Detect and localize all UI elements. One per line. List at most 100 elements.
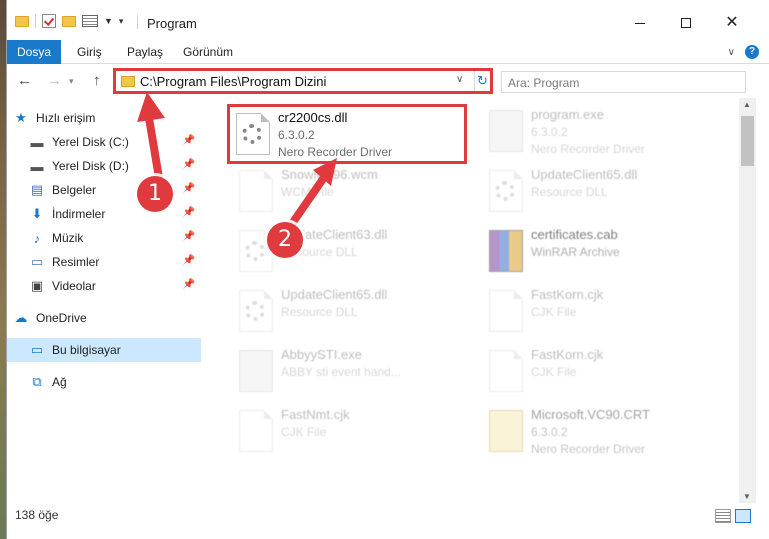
sidebar-item-label: Ağ xyxy=(52,375,67,389)
computer-icon: ▭ xyxy=(30,342,44,357)
refresh-icon[interactable]: ↻ xyxy=(474,71,490,91)
file-type: Resource DLL xyxy=(281,305,358,319)
file-name: Microsoft.VC90.CRT xyxy=(531,407,650,422)
file-icon xyxy=(489,290,523,332)
scroll-down-icon[interactable]: ▼ xyxy=(743,492,751,501)
sidebar-item-documents[interactable]: ▤ Belgeler 📌 xyxy=(29,178,201,202)
file-item[interactable]: SnowMP96.wcm WCM File xyxy=(233,164,473,218)
sidebar-item-videos[interactable]: ▣ Videolar 📌 xyxy=(29,274,201,298)
address-path[interactable]: C:\Program Files\Program Dizini xyxy=(140,74,326,89)
file-item[interactable]: FastNmt.cjk CJK File xyxy=(233,404,473,458)
chevron-down-icon[interactable]: ∨ xyxy=(456,74,463,85)
sidebar-item-label: İndirmeler xyxy=(52,207,106,221)
recent-locations-icon[interactable]: ▾ xyxy=(69,76,74,87)
file-type: CJK File xyxy=(531,305,577,319)
vertical-scrollbar[interactable]: ▲ ▼ xyxy=(739,98,756,503)
gear-dll-icon xyxy=(236,113,270,155)
details-view-icon[interactable] xyxy=(715,509,731,523)
file-item[interactable]: AbbyySTI.exe ABBY sti event hand... xyxy=(233,344,473,398)
customize-toolbar-icon[interactable]: ▾ xyxy=(119,16,124,27)
file-list: cr2200cs.dll 6.3.0.2 Nero Recorder Drive… xyxy=(207,98,735,503)
forward-arrow-icon[interactable]: → xyxy=(47,72,62,89)
scroll-up-icon[interactable]: ▲ xyxy=(743,100,751,109)
sidebar-item-quick-access[interactable]: ★ Hızlı erişim xyxy=(13,106,207,130)
tab-file[interactable]: Dosya xyxy=(7,40,61,64)
sidebar-item-label: Müzik xyxy=(52,231,84,245)
file-item[interactable]: Microsoft.VC90.CRT 6.3.0.2 Nero Recorder… xyxy=(483,404,723,458)
minimize-button[interactable] xyxy=(617,8,663,38)
sidebar-item-music[interactable]: ♪ Müzik 📌 xyxy=(29,226,201,250)
file-icon xyxy=(239,410,273,452)
help-icon[interactable]: ? xyxy=(745,45,759,59)
tab-share[interactable]: Paylaş xyxy=(127,40,163,64)
file-item[interactable]: cr2200cs.dll 6.3.0.2 Nero Recorder Drive… xyxy=(227,104,467,164)
file-item[interactable]: UpdateClient65.dll Resource DLL xyxy=(233,284,473,338)
pin-icon[interactable]: 📌 xyxy=(183,135,195,146)
file-item[interactable]: program.exe 6.3.0.2 Nero Recorder Driver xyxy=(483,104,723,158)
file-name: cr2200cs.dll xyxy=(278,110,348,125)
quick-access-toolbar: ▼ ▾ xyxy=(15,14,123,28)
chevron-down-icon[interactable]: ▼ xyxy=(104,16,113,26)
divider xyxy=(137,15,138,29)
pin-icon[interactable]: 📌 xyxy=(183,207,195,218)
sidebar-item-this-pc[interactable]: ▭ Bu bilgisayar xyxy=(7,338,201,362)
file-item[interactable]: FastKorn.cjk CJK File xyxy=(483,284,723,338)
exe-icon xyxy=(239,350,273,392)
sidebar-item-label: Bu bilgisayar xyxy=(52,343,121,357)
music-icon: ♪ xyxy=(33,230,41,246)
file-item[interactable]: certificates.cab WinRAR Archive xyxy=(483,224,723,278)
sidebar-item-disk-d[interactable]: ▬ Yerel Disk (D:) 📌 xyxy=(29,154,201,178)
scrollbar-thumb[interactable] xyxy=(741,116,754,166)
pin-icon[interactable]: 📌 xyxy=(183,255,195,266)
gear-dll-icon xyxy=(489,170,523,212)
tiles-view-icon[interactable] xyxy=(735,509,751,523)
new-folder-icon[interactable] xyxy=(62,15,76,27)
navigation-bar: ← → ▾ ↑ C:\Program Files\Program Dizini … xyxy=(7,64,769,98)
file-description: ABBY sti event hand... xyxy=(281,365,401,379)
expand-ribbon-icon[interactable]: ∨ xyxy=(728,47,735,58)
sidebar-item-label: Resimler xyxy=(52,255,100,269)
navigation-pane: ★ Hızlı erişim ▬ Yerel Disk (C:) 📌 ▬ Yer… xyxy=(7,98,201,503)
status-bar: 138 öğe xyxy=(7,503,769,539)
sidebar-item-disk-c[interactable]: ▬ Yerel Disk (C:) 📌 xyxy=(29,130,201,154)
file-name: program.exe xyxy=(531,107,604,122)
exe-icon xyxy=(489,110,523,152)
file-version: 6.3.0.2 xyxy=(531,125,568,139)
sidebar-item-label: Videolar xyxy=(52,279,96,293)
sidebar-item-network[interactable]: ⧉ Ağ xyxy=(29,370,201,394)
window-title: Program xyxy=(147,16,197,31)
step-marker-2: 2 xyxy=(267,222,303,258)
tab-view[interactable]: Görünüm xyxy=(183,40,233,64)
pin-icon[interactable]: 📌 xyxy=(183,183,195,194)
file-name: FastKorn.cjk xyxy=(531,287,604,302)
maximize-button[interactable] xyxy=(663,8,709,38)
close-icon: ✕ xyxy=(725,14,739,31)
pin-icon[interactable]: 📌 xyxy=(183,279,195,290)
certificate-icon xyxy=(489,410,523,452)
minimize-icon xyxy=(635,22,645,24)
close-button[interactable]: ✕ xyxy=(709,8,755,38)
tab-home[interactable]: Giriş xyxy=(77,40,102,64)
item-count: 138 öğe xyxy=(15,508,59,522)
properties-check-icon[interactable] xyxy=(42,14,56,28)
file-name: AbbyySTI.exe xyxy=(281,347,362,362)
view-options-icon[interactable] xyxy=(82,15,98,27)
sidebar-item-pictures[interactable]: ▭ Resimler 📌 xyxy=(29,250,201,274)
pin-icon[interactable]: 📌 xyxy=(183,159,195,170)
file-name: FastKorn.cjk xyxy=(531,347,604,362)
address-bar[interactable]: C:\Program Files\Program Dizini ∨ ↻ xyxy=(113,68,493,94)
file-type: Resource DLL xyxy=(531,185,608,199)
ribbon-controls: ∨ ? xyxy=(728,45,759,59)
sidebar-item-downloads[interactable]: ⬇ İndirmeler 📌 xyxy=(29,202,201,226)
search-input[interactable]: Ara: Program xyxy=(501,71,746,93)
drive-icon: ▬ xyxy=(30,158,44,174)
file-item[interactable]: FastKorn.cjk CJK File xyxy=(483,344,723,398)
cloud-icon: ☁ xyxy=(14,310,28,325)
up-arrow-icon[interactable]: ↑ xyxy=(93,72,101,89)
back-arrow-icon[interactable]: ← xyxy=(17,72,32,89)
sidebar-item-onedrive[interactable]: ☁ OneDrive xyxy=(13,306,207,330)
file-type: CJK File xyxy=(531,365,577,379)
file-item[interactable]: UpdateClient65.dll Resource DLL xyxy=(483,164,723,218)
pin-icon[interactable]: 📌 xyxy=(183,231,195,242)
gear-dll-icon xyxy=(239,290,273,332)
